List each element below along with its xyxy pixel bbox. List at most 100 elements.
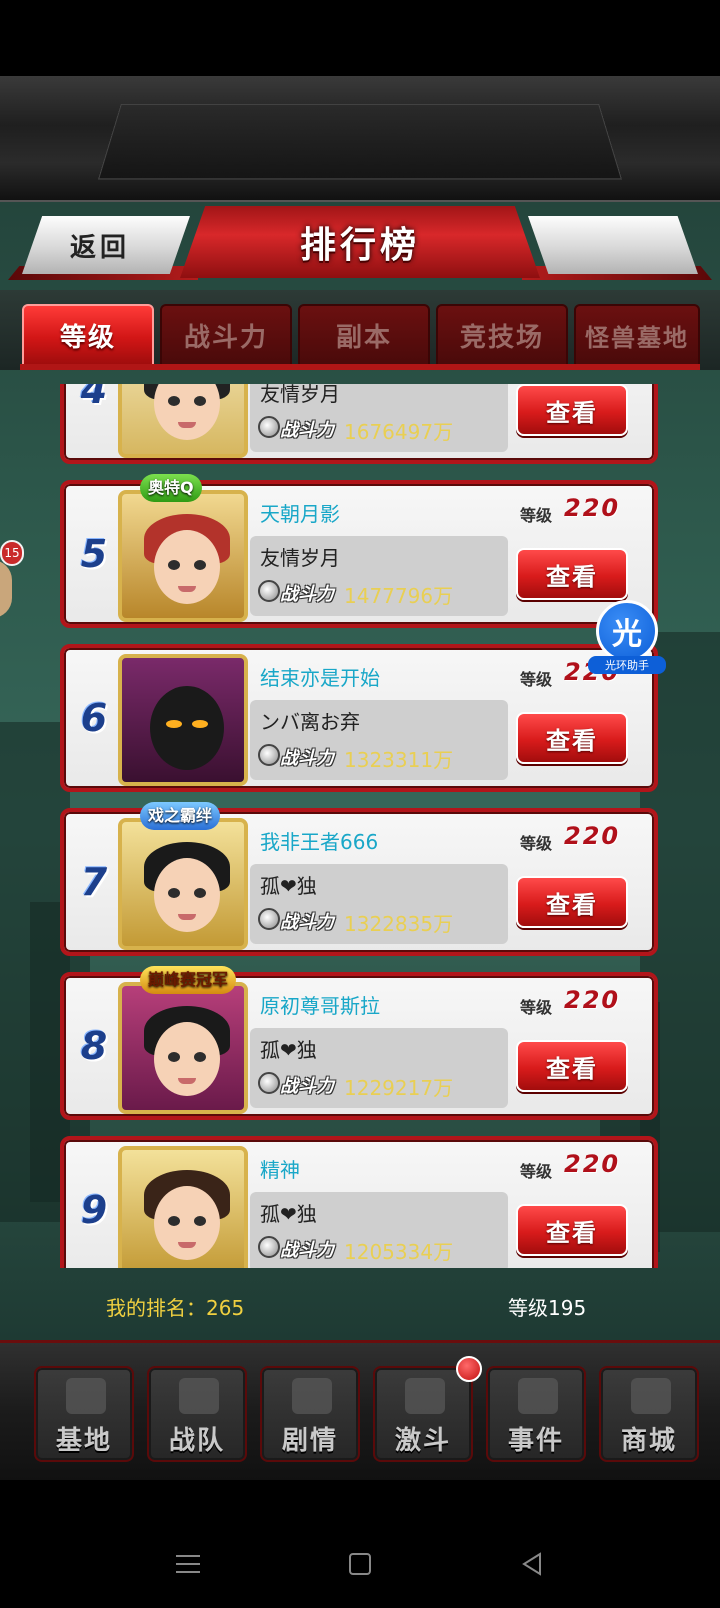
game-screen: 返回 排行榜 等级 战斗力 副本 竞技场 怪兽墓地 4 友情岁月 战斗力 167… — [0, 0, 720, 1608]
combat-power-icon — [258, 908, 280, 930]
view-button[interactable]: 查看 — [516, 876, 628, 928]
base-icon — [66, 1378, 106, 1414]
guild-name: 孤❤独 — [260, 1202, 317, 1226]
nav-label: 基地 — [55, 1426, 112, 1456]
back-button-label: 返回 — [69, 231, 130, 262]
nav-team-button[interactable]: 战队 — [147, 1366, 247, 1462]
story-icon — [292, 1378, 332, 1414]
ranking-list[interactable]: 4 友情岁月 战斗力 1676497万 查看 奥特Q 5 天朝月影 等级 220 — [60, 384, 660, 1268]
rank-number: 9 — [80, 1188, 108, 1232]
guild-name: 友情岁月 — [260, 546, 340, 570]
combat-power-label: 战斗力 — [280, 584, 334, 605]
rank-row-9: 9 精神 等级 220 孤❤独 战斗力 1205334万 查看 — [60, 1136, 658, 1268]
combat-power-value: 1322835万 — [344, 912, 454, 936]
rank-row-7: 戏之霸绊 7 我非王者666 等级 220 孤❤独 战斗力 1322835万 查… — [60, 802, 658, 956]
player-avatar — [118, 1146, 248, 1268]
title-badge: 奥特Q — [140, 474, 202, 502]
combat-power-icon — [258, 580, 280, 602]
team-icon — [179, 1378, 219, 1414]
level-label: 等级 — [520, 834, 553, 853]
tab-arena[interactable]: 竞技场 — [436, 304, 568, 366]
combat-power-label: 战斗力 — [280, 420, 334, 441]
player-name: 精神 — [260, 1158, 300, 1182]
my-rank-text: 我的排名：265 — [106, 1296, 245, 1320]
rank-row-5: 奥特Q 5 天朝月影 等级 220 友情岁月 战斗力 1477796万 查看 — [60, 474, 658, 628]
tab-level[interactable]: 等级 — [22, 304, 154, 366]
view-button[interactable]: 查看 — [516, 712, 628, 764]
nav-battle-button[interactable]: 激斗 — [373, 1366, 473, 1462]
halo-assistant-button[interactable]: 光 光环助手 — [588, 600, 666, 674]
rank-number: 5 — [80, 532, 108, 576]
combat-power-value: 1477796万 — [344, 584, 454, 608]
rank-number: 4 — [80, 384, 108, 412]
combat-power-label: 战斗力 — [280, 912, 334, 933]
tab-dungeon[interactable]: 副本 — [298, 304, 430, 366]
guild-name: ンバ离お弃 — [260, 710, 360, 734]
view-button[interactable]: 查看 — [516, 548, 628, 600]
player-avatar — [118, 982, 248, 1114]
player-name: 天朝月影 — [260, 502, 340, 526]
combat-power-value: 1229217万 — [344, 1076, 454, 1100]
event-icon — [518, 1378, 558, 1414]
level-value: 220 — [564, 986, 621, 1014]
player-avatar — [118, 490, 248, 622]
back-button[interactable]: 返回 — [22, 216, 190, 274]
title-plate: 排行榜 — [180, 206, 540, 278]
battle-notification-dot — [456, 1356, 482, 1382]
page-title: 排行榜 — [299, 225, 420, 266]
level-label: 等级 — [520, 1162, 553, 1181]
player-name: 结束亦是开始 — [260, 666, 380, 690]
combat-power-label: 战斗力 — [280, 1240, 334, 1261]
view-button[interactable]: 查看 — [516, 1204, 628, 1256]
tab-underline — [20, 364, 700, 370]
halo-caption: 光环助手 — [588, 656, 666, 674]
guild-name: 孤❤独 — [260, 874, 317, 898]
top-frame — [0, 76, 720, 202]
nav-shop-button[interactable]: 商城 — [599, 1366, 699, 1462]
title-plate-right — [528, 216, 698, 274]
rank-number: 7 — [80, 860, 108, 904]
title-badge: 戏之霸绊 — [140, 802, 221, 830]
player-name: 原初尊哥斯拉 — [260, 994, 380, 1018]
combat-power-value: 1323311万 — [344, 748, 454, 772]
view-button[interactable]: 查看 — [516, 384, 628, 436]
rank-row-6: 6 结束亦是开始 等级 220 ンバ离お弃 战斗力 1323311万 查看 — [60, 644, 658, 792]
back-triangle-icon[interactable] — [512, 1544, 552, 1584]
combat-power-value: 1676497万 — [344, 420, 454, 444]
level-label: 等级 — [520, 506, 553, 525]
rank-number: 6 — [80, 696, 108, 740]
level-value: 220 — [564, 494, 621, 522]
player-name: 我非王者666 — [260, 830, 379, 854]
level-value: 220 — [564, 1150, 621, 1178]
nav-label: 激斗 — [394, 1426, 451, 1456]
player-avatar — [118, 654, 248, 786]
combat-power-icon — [258, 744, 280, 766]
combat-power-label: 战斗力 — [280, 748, 334, 769]
status-bar-area — [0, 0, 720, 76]
home-icon[interactable] — [340, 1544, 380, 1584]
combat-power-icon — [258, 1236, 280, 1258]
level-label: 等级 — [520, 670, 553, 689]
tab-monster-graveyard[interactable]: 怪兽墓地 — [574, 304, 700, 366]
combat-power-icon — [258, 416, 280, 438]
rank-row-8: 巅峰赛冠军 8 原初尊哥斯拉 等级 220 孤❤独 战斗力 1229217万 查… — [60, 966, 658, 1120]
notification-count-badge: 15 — [0, 540, 24, 566]
nav-story-button[interactable]: 剧情 — [260, 1366, 360, 1462]
player-avatar — [118, 384, 248, 458]
menu-icon[interactable] — [168, 1544, 208, 1584]
rank-number: 8 — [80, 1024, 108, 1068]
view-button[interactable]: 查看 — [516, 1040, 628, 1092]
battle-icon — [405, 1378, 445, 1414]
nav-label: 商城 — [620, 1426, 677, 1456]
tab-combat-power[interactable]: 战斗力 — [160, 304, 292, 366]
shop-cart-icon — [631, 1378, 671, 1414]
halo-icon: 光 — [596, 600, 658, 662]
combat-power-icon — [258, 1072, 280, 1094]
my-level-text: 等级195 — [508, 1296, 587, 1320]
guild-name: 孤❤独 — [260, 1038, 317, 1062]
nav-label: 事件 — [507, 1426, 564, 1456]
nav-label: 战队 — [168, 1426, 225, 1456]
nav-event-button[interactable]: 事件 — [486, 1366, 586, 1462]
combat-power-value: 1205334万 — [344, 1240, 454, 1264]
nav-base-button[interactable]: 基地 — [34, 1366, 134, 1462]
